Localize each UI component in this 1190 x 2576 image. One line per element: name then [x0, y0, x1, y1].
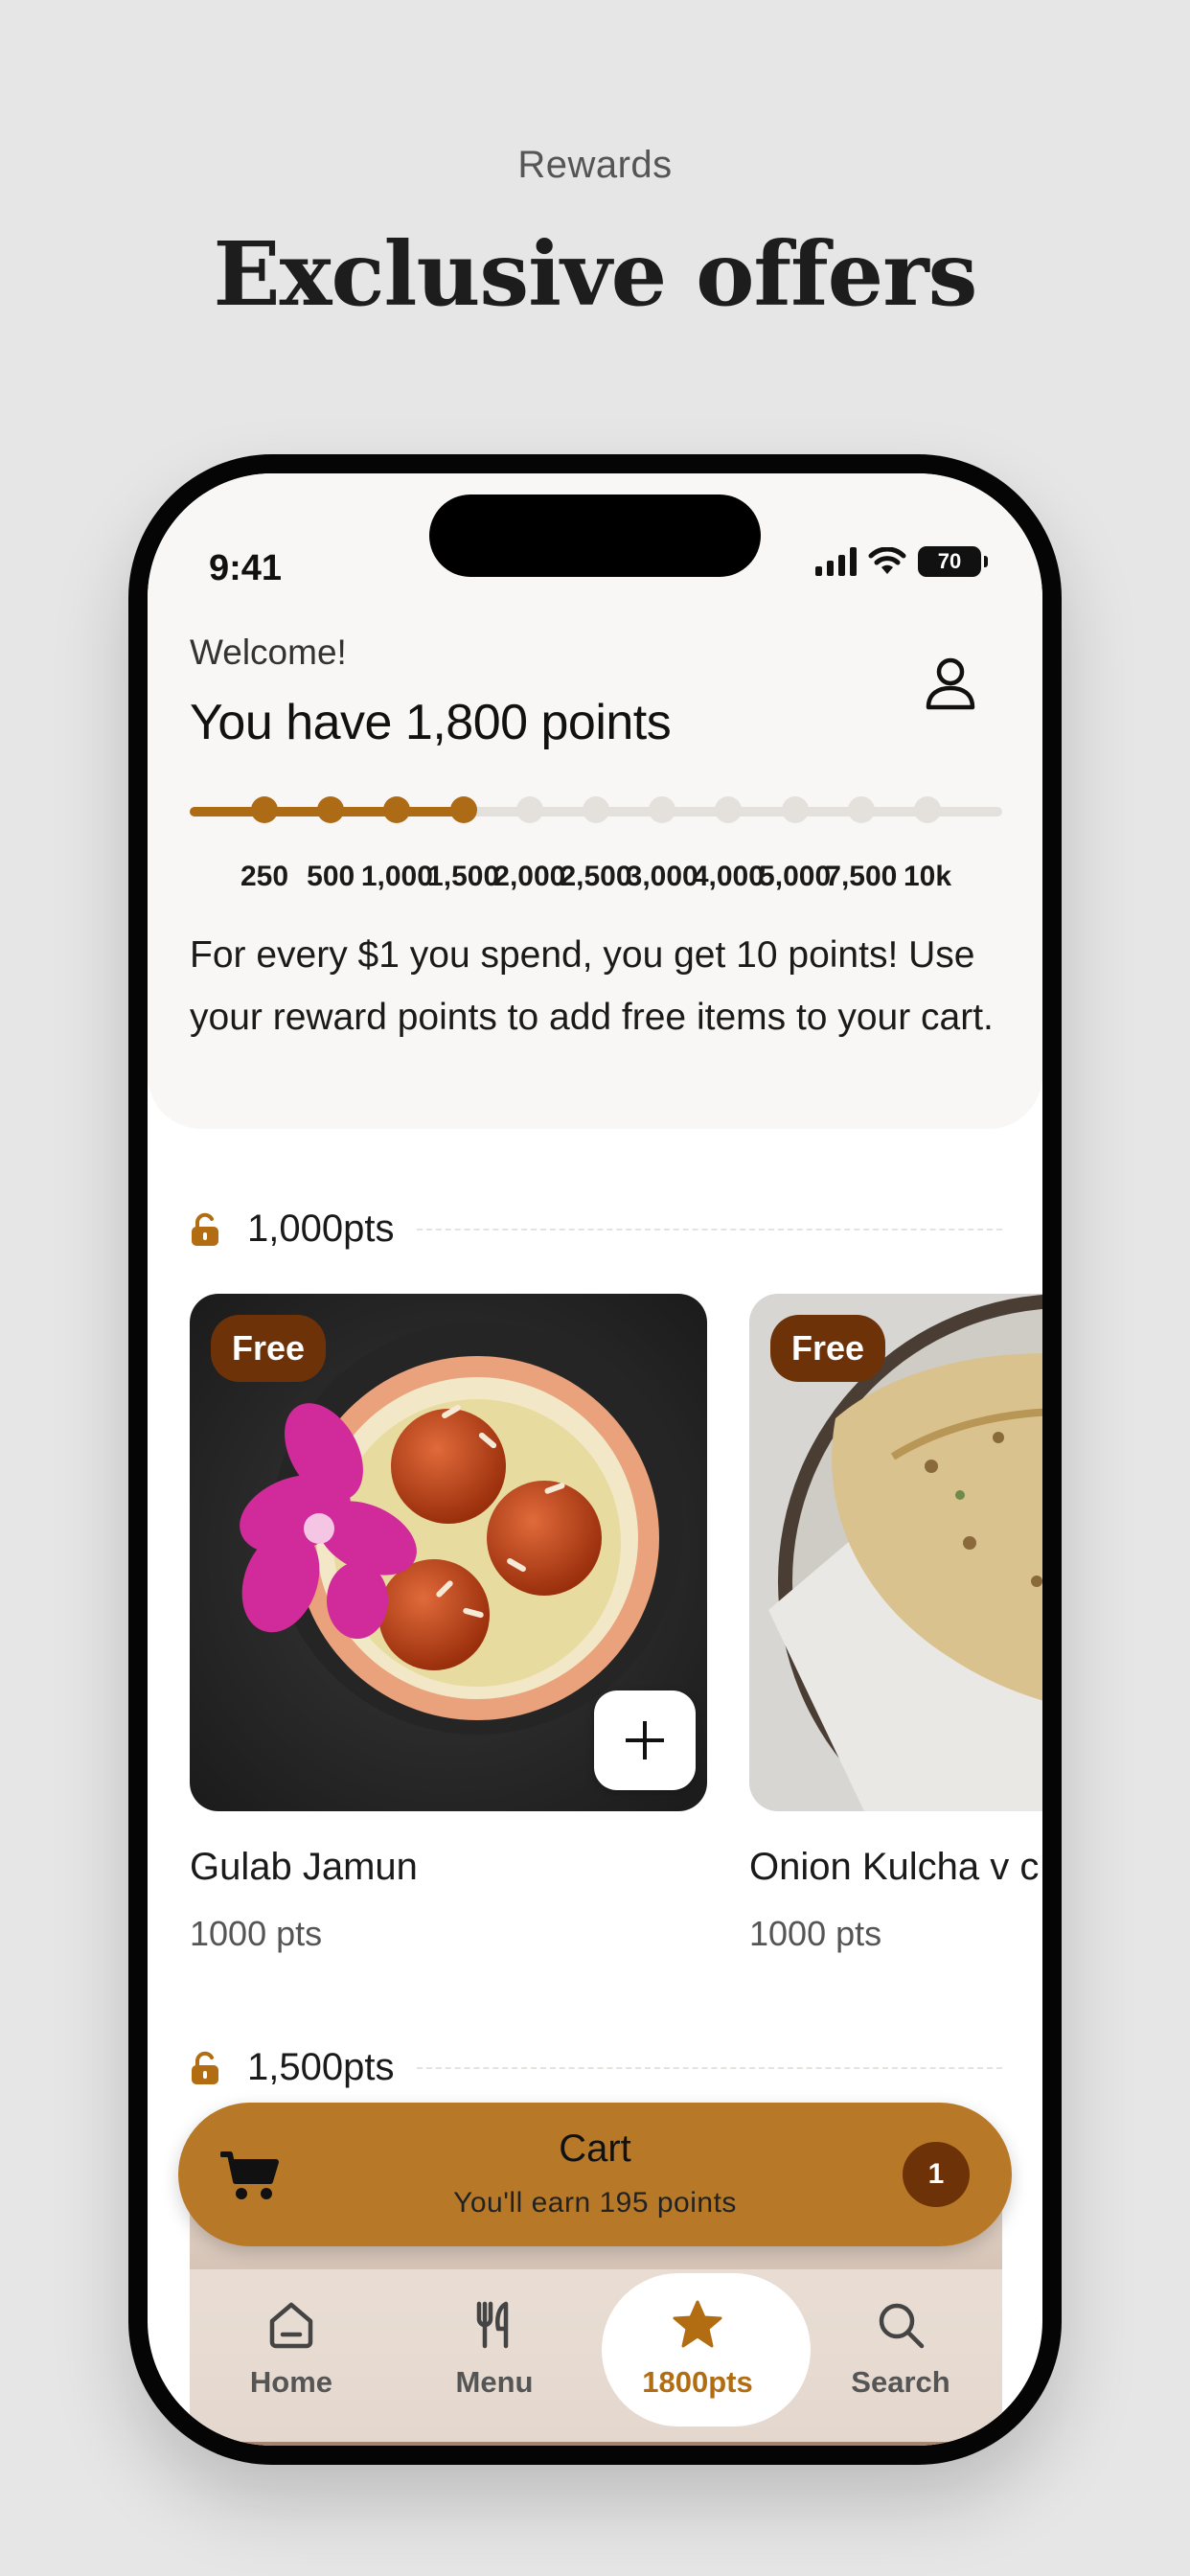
- tier-label: 4,000: [692, 861, 765, 892]
- tier-label: 3,000: [626, 861, 698, 892]
- section-header-1000pts: 1,000pts: [190, 1208, 1002, 1251]
- tab-label: 1800pts: [642, 2365, 753, 2399]
- tier-dot: [583, 796, 609, 823]
- battery-icon: 70: [918, 546, 988, 577]
- add-to-cart-button[interactable]: [594, 1690, 696, 1790]
- tier-dot: [515, 796, 543, 823]
- reward-item-card[interactable]: Free Gulab Jamun 1000 pts: [190, 1294, 707, 1954]
- tab-home[interactable]: Home: [190, 2269, 393, 2442]
- cart-bar[interactable]: Cart You'll earn 195 points 1: [178, 2103, 1012, 2246]
- cart-title: Cart: [559, 2128, 631, 2170]
- tier-label: 10k: [903, 861, 952, 892]
- section-label: 1,500pts: [247, 2046, 395, 2088]
- dynamic-island: [429, 494, 761, 577]
- unlocked-lock-icon: [192, 1212, 218, 1246]
- points-summary-card: 9:41 70 Welcome! You have 1,800 points 2…: [148, 473, 1042, 1129]
- section-label: 1,000pts: [247, 1208, 395, 1250]
- tier-dot: [251, 796, 278, 823]
- tier-label: 250: [240, 861, 289, 892]
- section-divider: [417, 1228, 1002, 1230]
- tab-menu[interactable]: Menu: [393, 2269, 596, 2442]
- tab-label: Menu: [455, 2365, 534, 2399]
- rewards-rules-text: For every $1 you spend, you get 10 point…: [190, 934, 994, 1038]
- tier-dot: [649, 796, 676, 823]
- item-points: 1000 pts: [749, 1914, 882, 1953]
- cart-count-badge: 1: [903, 2142, 970, 2207]
- food-image-onion-kulcha: Free: [749, 1294, 1042, 1811]
- tab-rewards[interactable]: 1800pts: [596, 2269, 811, 2442]
- star-icon: [673, 2300, 722, 2348]
- status-time: 9:41: [209, 548, 283, 588]
- tab-label: Home: [249, 2365, 333, 2399]
- tier-dot: [317, 796, 345, 823]
- item-name: Gulab Jamun: [190, 1846, 418, 1888]
- promo-title: Exclusive offers: [213, 222, 978, 326]
- tier-label: 1,500: [427, 861, 500, 892]
- phone-frame: 9:41 70 Welcome! You have 1,800 points 2…: [128, 454, 1062, 2465]
- search-icon: [879, 2303, 925, 2349]
- cart-earn-points: You'll earn 195 points: [453, 2187, 737, 2219]
- tier-label: 2,000: [493, 861, 566, 892]
- tab-search[interactable]: Search: [799, 2269, 1002, 2442]
- tier-dot: [781, 796, 809, 823]
- person-icon[interactable]: [920, 652, 981, 713]
- tier-dot: [847, 796, 875, 823]
- tier-dot: [449, 796, 477, 823]
- reward-item-card[interactable]: Free Onion Kulcha v c 1000 pts: [749, 1294, 1042, 1954]
- welcome-text: Welcome!: [190, 632, 347, 672]
- section-header-1500pts: 1,500pts: [190, 2046, 1002, 2089]
- phone-screen: 9:41 70 Welcome! You have 1,800 points 2…: [148, 473, 1042, 2446]
- tab-bar: Home Menu 1800pts Search: [190, 2269, 1002, 2442]
- section-divider: [417, 2066, 1002, 2069]
- promo-kicker: Rewards: [517, 144, 673, 186]
- tier-label: 5,000: [759, 861, 832, 892]
- points-progress-track: [190, 796, 1002, 823]
- signal-icon: [815, 547, 857, 576]
- tier-dot: [914, 796, 941, 823]
- wifi-icon: [868, 547, 906, 574]
- free-badge: Free: [770, 1315, 886, 1382]
- utensils-icon: [476, 2301, 509, 2349]
- unlocked-lock-icon: [192, 2051, 218, 2084]
- tier-label: 2,500: [560, 861, 632, 892]
- tier-label: 500: [307, 861, 355, 892]
- item-points: 1000 pts: [190, 1914, 323, 1953]
- item-name: Onion Kulcha v c: [749, 1846, 1040, 1888]
- points-balance-title: You have 1,800 points: [190, 695, 672, 750]
- tab-label: Search: [851, 2365, 950, 2399]
- food-image-gulab-jamun: Free: [190, 1294, 707, 1811]
- status-indicators: 70: [815, 546, 988, 577]
- tier-dot: [715, 796, 743, 823]
- free-badge: Free: [211, 1315, 327, 1382]
- home-icon: [269, 2302, 313, 2349]
- tier-dot: [383, 796, 411, 823]
- tier-label: 1,000: [360, 861, 433, 892]
- tier-label: 7,500: [825, 861, 898, 892]
